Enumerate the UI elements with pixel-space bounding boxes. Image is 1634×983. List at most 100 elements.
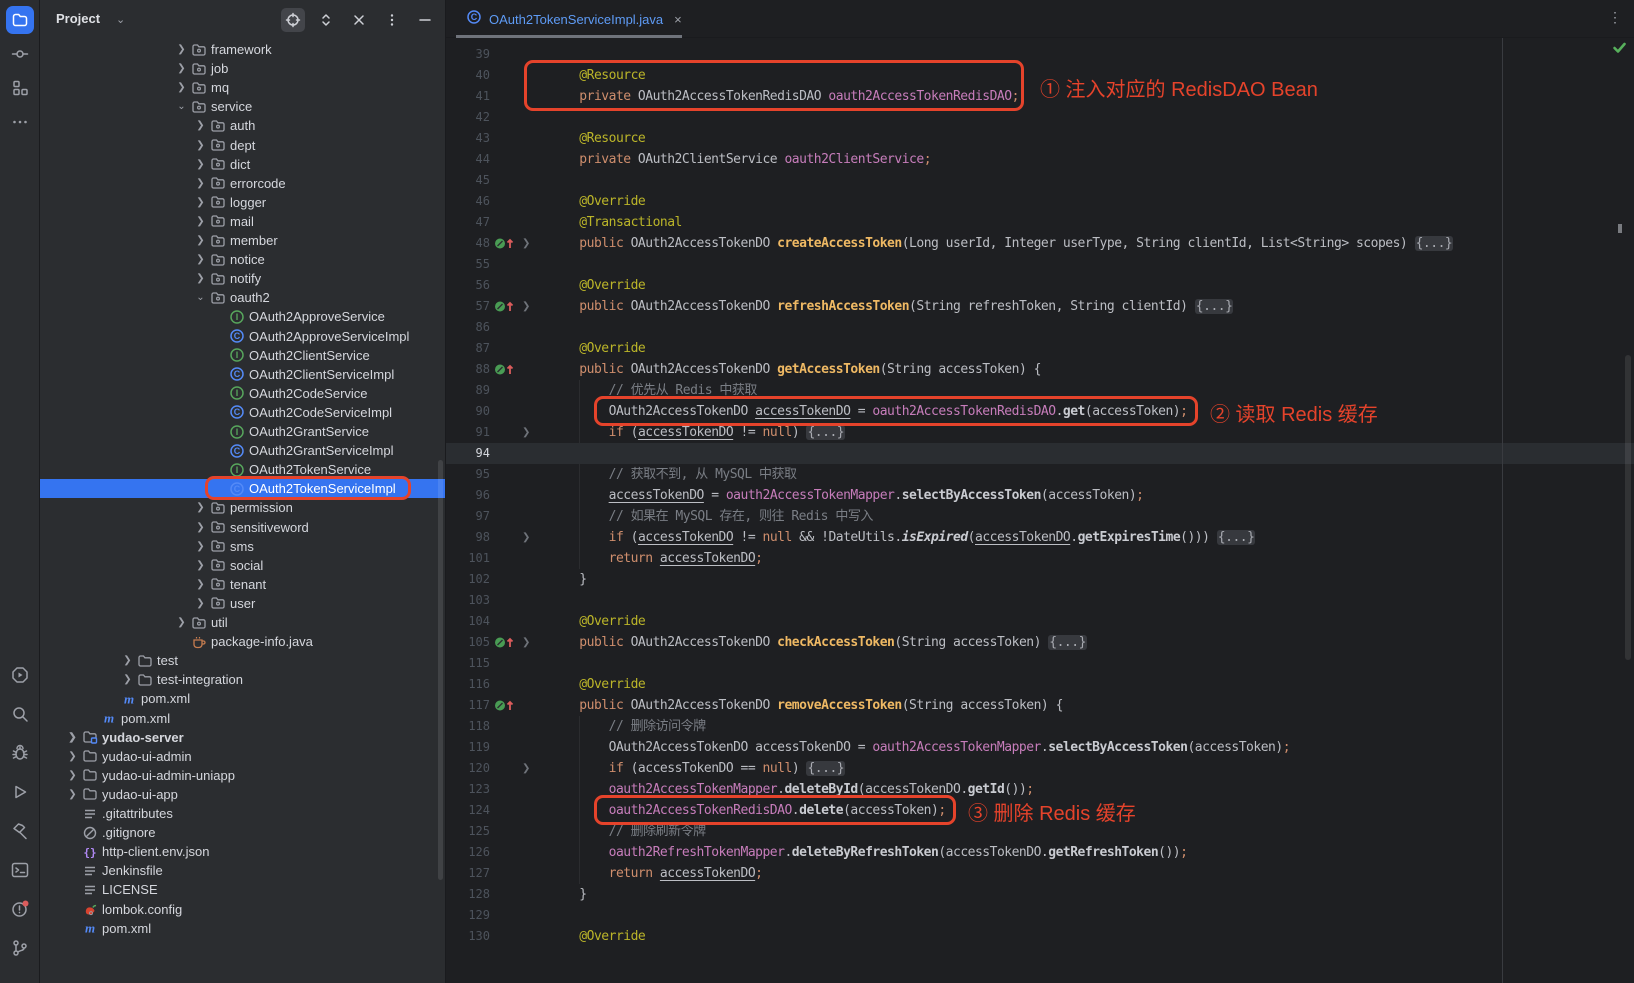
tree-item-oauth2clientserviceimpl[interactable]: COAuth2ClientServiceImpl xyxy=(40,365,445,384)
tree-item--gitignore[interactable]: .gitignore xyxy=(40,823,445,842)
code-line-40[interactable]: 40 @Resource xyxy=(446,65,1634,86)
code-line-56[interactable]: 56 @Override xyxy=(446,275,1634,296)
tool-button-structure[interactable] xyxy=(6,74,34,102)
code-line-86[interactable]: 86 xyxy=(446,317,1634,338)
expand-all-icon[interactable] xyxy=(314,8,338,32)
chevron-down-icon[interactable]: ⌄ xyxy=(116,13,125,26)
chevron-right-icon[interactable]: ❯ xyxy=(173,44,190,55)
folded-region[interactable]: {...} xyxy=(1048,635,1087,650)
code-line-127[interactable]: 127 return accessTokenDO; xyxy=(446,863,1634,884)
tree-item-errorcode[interactable]: ❯errorcode xyxy=(40,174,445,193)
fold-arrow-icon[interactable]: ❯ xyxy=(522,758,530,779)
tool-button-services[interactable] xyxy=(6,661,34,689)
tree-item-jenkinsfile[interactable]: Jenkinsfile xyxy=(40,861,445,880)
tree-item-pom-xml[interactable]: mpom.xml xyxy=(40,689,445,708)
code-line-120[interactable]: 120❯ if (accessTokenDO == null) {...} xyxy=(446,758,1634,779)
tool-button-more-tools[interactable] xyxy=(6,108,34,136)
code-line-103[interactable]: 103 xyxy=(446,590,1634,611)
tree-item-mq[interactable]: ❯mq xyxy=(40,78,445,97)
chevron-right-icon[interactable]: ❯ xyxy=(192,579,209,590)
folded-region[interactable]: {...} xyxy=(1217,530,1256,545)
tree-item--gitattributes[interactable]: .gitattributes xyxy=(40,804,445,823)
code-line-96[interactable]: 96 accessTokenDO = oauth2AccessTokenMapp… xyxy=(446,485,1634,506)
code-line-43[interactable]: 43 @Resource xyxy=(446,128,1634,149)
tree-item-test[interactable]: ❯test xyxy=(40,651,445,670)
code-line-125[interactable]: 125 // 删除刷新令牌 xyxy=(446,821,1634,842)
overrides-method-icon[interactable] xyxy=(494,698,516,713)
tree-item-yudao-ui-app[interactable]: ❯yudao-ui-app xyxy=(40,785,445,804)
code-line-117[interactable]: 117 public OAuth2AccessTokenDO removeAcc… xyxy=(446,695,1634,716)
code-line-115[interactable]: 115 xyxy=(446,653,1634,674)
chevron-right-icon[interactable]: ❯ xyxy=(64,751,81,762)
chevron-right-icon[interactable]: ❯ xyxy=(64,732,81,743)
code-line-102[interactable]: 102 } xyxy=(446,569,1634,590)
chevron-right-icon[interactable]: ❯ xyxy=(119,655,136,666)
tool-button-commit[interactable] xyxy=(6,40,34,68)
tree-item-util[interactable]: ❯util xyxy=(40,613,445,632)
code-line-104[interactable]: 104 @Override xyxy=(446,611,1634,632)
tree-item-notify[interactable]: ❯notify xyxy=(40,269,445,288)
code-line-119[interactable]: 119 OAuth2AccessTokenDO accessTokenDO = … xyxy=(446,737,1634,758)
tool-button-notifications[interactable] xyxy=(6,895,34,923)
overrides-method-icon[interactable] xyxy=(494,635,516,650)
code-line-105[interactable]: 105❯ public OAuth2AccessTokenDO checkAcc… xyxy=(446,632,1634,653)
code-line-88[interactable]: 88 public OAuth2AccessTokenDO getAccessT… xyxy=(446,359,1634,380)
tree-item-oauth2codeserviceimpl[interactable]: COAuth2CodeServiceImpl xyxy=(40,403,445,422)
code-line-45[interactable]: 45 xyxy=(446,170,1634,191)
code-line-57[interactable]: 57❯ public OAuth2AccessTokenDO refreshAc… xyxy=(446,296,1634,317)
chevron-down-icon[interactable]: ⌄ xyxy=(173,101,190,112)
code-line-128[interactable]: 128 } xyxy=(446,884,1634,905)
locate-icon[interactable] xyxy=(281,8,305,32)
code-line-124[interactable]: 124 oauth2AccessTokenRedisDAO.delete(acc… xyxy=(446,800,1634,821)
chevron-right-icon[interactable]: ❯ xyxy=(192,598,209,609)
fold-arrow-icon[interactable]: ❯ xyxy=(522,422,530,443)
chevron-right-icon[interactable]: ❯ xyxy=(192,560,209,571)
options-kebab-icon[interactable] xyxy=(380,8,404,32)
tree-item-pom-xml[interactable]: mpom.xml xyxy=(40,919,445,938)
tree-item-lombok-config[interactable]: lombok.config xyxy=(40,900,445,919)
code-line-48[interactable]: 48❯ public OAuth2AccessTokenDO createAcc… xyxy=(446,233,1634,254)
code-line-41[interactable]: 41 private OAuth2AccessTokenRedisDAO oau… xyxy=(446,86,1634,107)
chevron-right-icon[interactable]: ❯ xyxy=(192,140,209,151)
code-line-98[interactable]: 98❯ if (accessTokenDO != null && !DateUt… xyxy=(446,527,1634,548)
code-editor[interactable]: 3940 @Resource41 private OAuth2AccessTok… xyxy=(446,38,1634,983)
tree-item-member[interactable]: ❯member xyxy=(40,231,445,250)
tab-options-kebab-icon[interactable]: ⋮ xyxy=(1606,9,1624,26)
tree-item-oauth2approveserviceimpl[interactable]: COAuth2ApproveServiceImpl xyxy=(40,327,445,346)
tree-item-oauth2tokenserviceimpl[interactable]: COAuth2TokenServiceImpl xyxy=(40,479,445,498)
tree-item-http-client-env-json[interactable]: {}http-client.env.json xyxy=(40,842,445,861)
chevron-right-icon[interactable]: ❯ xyxy=(173,82,190,93)
code-line-94[interactable]: 94 xyxy=(446,443,1634,464)
fold-arrow-icon[interactable]: ❯ xyxy=(522,233,530,254)
tree-item-oauth2grantserviceimpl[interactable]: COAuth2GrantServiceImpl xyxy=(40,441,445,460)
chevron-right-icon[interactable]: ❯ xyxy=(192,120,209,131)
fold-arrow-icon[interactable]: ❯ xyxy=(522,296,530,317)
editor-tab-oauth2tokenserviceimpl[interactable]: C OAuth2TokenServiceImpl.java × xyxy=(456,0,692,38)
overrides-method-icon[interactable] xyxy=(494,362,516,377)
chevron-right-icon[interactable]: ❯ xyxy=(192,541,209,552)
code-line-97[interactable]: 97 // 如果在 MySQL 存在, 则往 Redis 中写入 xyxy=(446,506,1634,527)
overrides-method-icon[interactable] xyxy=(494,299,516,314)
close-icon[interactable]: × xyxy=(674,12,682,27)
code-line-39[interactable]: 39 xyxy=(446,44,1634,65)
tree-item-dict[interactable]: ❯dict xyxy=(40,155,445,174)
chevron-right-icon[interactable]: ❯ xyxy=(192,502,209,513)
tree-item-framework[interactable]: ❯framework xyxy=(40,40,445,59)
tree-item-mail[interactable]: ❯mail xyxy=(40,212,445,231)
code-line-118[interactable]: 118 // 删除访问令牌 xyxy=(446,716,1634,737)
code-line-90[interactable]: 90 OAuth2AccessTokenDO accessTokenDO = o… xyxy=(446,401,1634,422)
tree-item-social[interactable]: ❯social xyxy=(40,556,445,575)
project-panel-title[interactable]: Project xyxy=(56,11,100,26)
tree-item-oauth2grantservice[interactable]: IOAuth2GrantService xyxy=(40,422,445,441)
tree-item-user[interactable]: ❯user xyxy=(40,594,445,613)
tool-button-build-hammer[interactable] xyxy=(6,817,34,845)
folded-region[interactable]: {...} xyxy=(806,425,845,440)
hide-icon[interactable] xyxy=(413,8,437,32)
code-line-129[interactable]: 129 xyxy=(446,905,1634,926)
tool-button-terminal[interactable] xyxy=(6,856,34,884)
code-line-123[interactable]: 123 oauth2AccessTokenMapper.deleteById(a… xyxy=(446,779,1634,800)
tree-item-license[interactable]: LICENSE xyxy=(40,880,445,899)
tree-item-oauth2[interactable]: ⌄oauth2 xyxy=(40,288,445,307)
tree-item-package-info-java[interactable]: package-info.java xyxy=(40,632,445,651)
code-line-126[interactable]: 126 oauth2RefreshTokenMapper.deleteByRef… xyxy=(446,842,1634,863)
